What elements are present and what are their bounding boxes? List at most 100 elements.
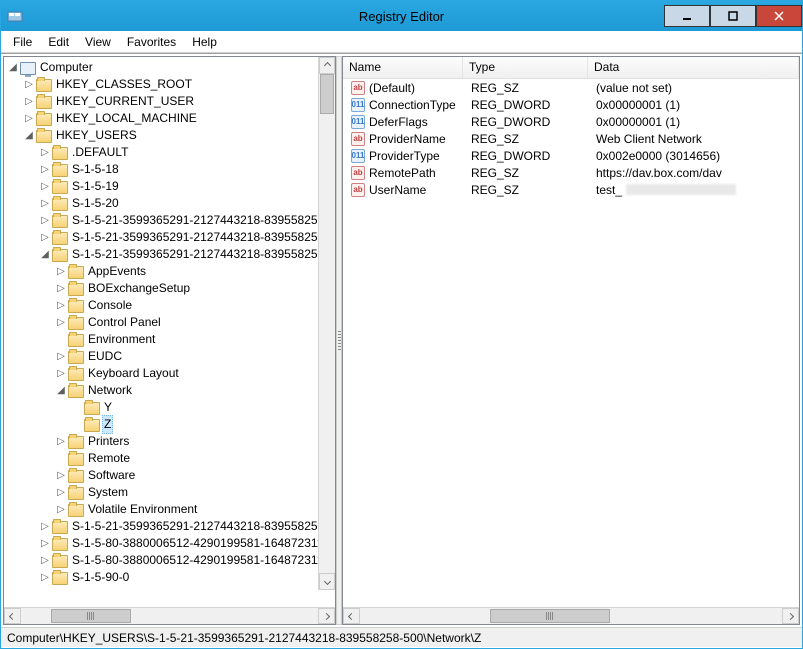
expand-icon[interactable]: ▷ bbox=[38, 161, 52, 178]
tree-vertical-scrollbar[interactable] bbox=[318, 57, 335, 590]
tree-item[interactable]: ▷Control Panel bbox=[4, 314, 335, 331]
tree-hku[interactable]: ◢HKEY_USERS bbox=[4, 127, 335, 144]
list-body[interactable]: ab(Default)REG_SZ(value not set)011Conne… bbox=[343, 79, 799, 607]
list-row[interactable]: abUserNameREG_SZtest_ bbox=[343, 181, 799, 198]
value-type: REG_DWORD bbox=[471, 149, 550, 163]
tree-item[interactable]: ▷.DEFAULT bbox=[4, 144, 335, 161]
reg-dword-icon: 011 bbox=[351, 98, 365, 112]
collapse-icon[interactable]: ◢ bbox=[22, 127, 36, 144]
tree-item-y[interactable]: Y bbox=[4, 399, 335, 416]
scroll-thumb[interactable] bbox=[51, 609, 131, 623]
tree-item[interactable]: ▷S-1-5-18 bbox=[4, 161, 335, 178]
tree-item[interactable]: ▷S-1-5-90-0 bbox=[4, 569, 335, 586]
tree-item[interactable]: ▷S-1-5-21-3599365291-2127443218-83955825… bbox=[4, 212, 335, 229]
expand-icon[interactable]: ▷ bbox=[38, 518, 52, 535]
scroll-left-button[interactable] bbox=[343, 608, 360, 624]
expand-icon[interactable]: ▷ bbox=[22, 93, 36, 110]
menu-edit[interactable]: Edit bbox=[40, 33, 77, 51]
col-data[interactable]: Data bbox=[588, 57, 799, 78]
expand-icon[interactable]: ▷ bbox=[54, 484, 68, 501]
maximize-button[interactable] bbox=[710, 5, 756, 27]
value-type: REG_SZ bbox=[471, 183, 519, 197]
tree-item[interactable]: ▷S-1-5-80-3880006512-4290199581-16487231… bbox=[4, 535, 335, 552]
expand-icon[interactable]: ▷ bbox=[54, 263, 68, 280]
list-row[interactable]: abRemotePathREG_SZhttps://dav.box.com/da… bbox=[343, 164, 799, 181]
tree-item[interactable]: ▷S-1-5-19 bbox=[4, 178, 335, 195]
expand-icon[interactable]: ▷ bbox=[38, 178, 52, 195]
list-row[interactable]: ab(Default)REG_SZ(value not set) bbox=[343, 79, 799, 96]
menu-file[interactable]: File bbox=[5, 33, 40, 51]
expand-icon[interactable]: ▷ bbox=[38, 569, 52, 586]
expand-icon[interactable]: ▷ bbox=[54, 348, 68, 365]
menu-view[interactable]: View bbox=[77, 33, 119, 51]
scroll-thumb[interactable] bbox=[320, 74, 334, 114]
list-row[interactable]: 011ConnectionTypeREG_DWORD0x00000001 (1) bbox=[343, 96, 799, 113]
list-row[interactable]: abProviderNameREG_SZWeb Client Network bbox=[343, 130, 799, 147]
tree-item[interactable]: ▷System bbox=[4, 484, 335, 501]
tree-item[interactable]: Environment bbox=[4, 331, 335, 348]
list-row[interactable]: 011ProviderTypeREG_DWORD0x002e0000 (3014… bbox=[343, 147, 799, 164]
tree-root[interactable]: ◢Computer bbox=[4, 59, 335, 76]
tree-item[interactable]: ▷S-1-5-21-3599365291-2127443218-83955825… bbox=[4, 229, 335, 246]
registry-tree[interactable]: ◢Computer ▷HKEY_CLASSES_ROOT ▷HKEY_CURRE… bbox=[4, 57, 335, 588]
expand-icon[interactable]: ▷ bbox=[38, 229, 52, 246]
reg-sz-icon: ab bbox=[351, 81, 365, 95]
col-name[interactable]: Name bbox=[343, 57, 463, 78]
tree-item[interactable]: ▷Console bbox=[4, 297, 335, 314]
list-header: Name Type Data bbox=[343, 57, 799, 79]
expand-icon[interactable]: ▷ bbox=[38, 144, 52, 161]
expand-icon[interactable]: ▷ bbox=[22, 76, 36, 93]
tree-item[interactable]: ▷S-1-5-20 bbox=[4, 195, 335, 212]
scroll-down-button[interactable] bbox=[319, 573, 335, 590]
tree-item-z-selected[interactable]: Z bbox=[4, 416, 335, 433]
tree-hkcr[interactable]: ▷HKEY_CLASSES_ROOT bbox=[4, 76, 335, 93]
tree-item[interactable]: ▷Printers bbox=[4, 433, 335, 450]
tree-item[interactable]: ▷Keyboard Layout bbox=[4, 365, 335, 382]
tree-item[interactable]: ▷AppEvents bbox=[4, 263, 335, 280]
tree-item[interactable]: ▷BOExchangeSetup bbox=[4, 280, 335, 297]
tree-item[interactable]: ▷S-1-5-80-3880006512-4290199581-16487231… bbox=[4, 552, 335, 569]
tree-item[interactable]: ▷Software bbox=[4, 467, 335, 484]
expand-icon[interactable]: ▷ bbox=[38, 195, 52, 212]
scroll-track[interactable] bbox=[21, 608, 318, 624]
minimize-button[interactable] bbox=[664, 5, 710, 27]
menu-favorites[interactable]: Favorites bbox=[119, 33, 184, 51]
tree-hklm[interactable]: ▷HKEY_LOCAL_MACHINE bbox=[4, 110, 335, 127]
tree-horizontal-scrollbar[interactable] bbox=[4, 607, 335, 624]
menu-help[interactable]: Help bbox=[184, 33, 225, 51]
close-button[interactable] bbox=[756, 5, 802, 27]
scroll-left-button[interactable] bbox=[4, 608, 21, 624]
expand-icon[interactable]: ▷ bbox=[54, 297, 68, 314]
list-horizontal-scrollbar[interactable] bbox=[343, 607, 799, 624]
col-type[interactable]: Type bbox=[463, 57, 588, 78]
scroll-track[interactable] bbox=[319, 74, 335, 573]
tree-item[interactable]: ▷Volatile Environment bbox=[4, 501, 335, 518]
expand-icon[interactable]: ▷ bbox=[38, 212, 52, 229]
window-title: Registry Editor bbox=[359, 9, 444, 24]
tree-item[interactable]: ◢S-1-5-21-3599365291-2127443218-83955825… bbox=[4, 246, 335, 263]
expand-icon[interactable]: ▷ bbox=[22, 110, 36, 127]
collapse-icon[interactable]: ◢ bbox=[54, 382, 68, 399]
scroll-right-button[interactable] bbox=[782, 608, 799, 624]
list-row[interactable]: 011DeferFlagsREG_DWORD0x00000001 (1) bbox=[343, 113, 799, 130]
scroll-up-button[interactable] bbox=[319, 57, 335, 74]
tree-item[interactable]: ◢Network bbox=[4, 382, 335, 399]
expand-icon[interactable]: ▷ bbox=[54, 280, 68, 297]
tree-hkcu[interactable]: ▷HKEY_CURRENT_USER bbox=[4, 93, 335, 110]
scroll-right-button[interactable] bbox=[318, 608, 335, 624]
expand-icon[interactable]: ▷ bbox=[38, 552, 52, 569]
expand-icon[interactable]: ▷ bbox=[54, 433, 68, 450]
expand-icon[interactable]: ▷ bbox=[54, 365, 68, 382]
tree-item[interactable]: ▷EUDC bbox=[4, 348, 335, 365]
scroll-track[interactable] bbox=[360, 608, 782, 624]
folder-icon bbox=[36, 130, 52, 143]
scroll-thumb[interactable] bbox=[490, 609, 610, 623]
collapse-icon[interactable]: ◢ bbox=[6, 59, 20, 76]
expand-icon[interactable]: ▷ bbox=[38, 535, 52, 552]
collapse-icon[interactable]: ◢ bbox=[38, 246, 52, 263]
tree-item[interactable]: Remote bbox=[4, 450, 335, 467]
tree-item[interactable]: ▷S-1-5-21-3599365291-2127443218-83955825… bbox=[4, 518, 335, 535]
expand-icon[interactable]: ▷ bbox=[54, 314, 68, 331]
expand-icon[interactable]: ▷ bbox=[54, 467, 68, 484]
expand-icon[interactable]: ▷ bbox=[54, 501, 68, 518]
